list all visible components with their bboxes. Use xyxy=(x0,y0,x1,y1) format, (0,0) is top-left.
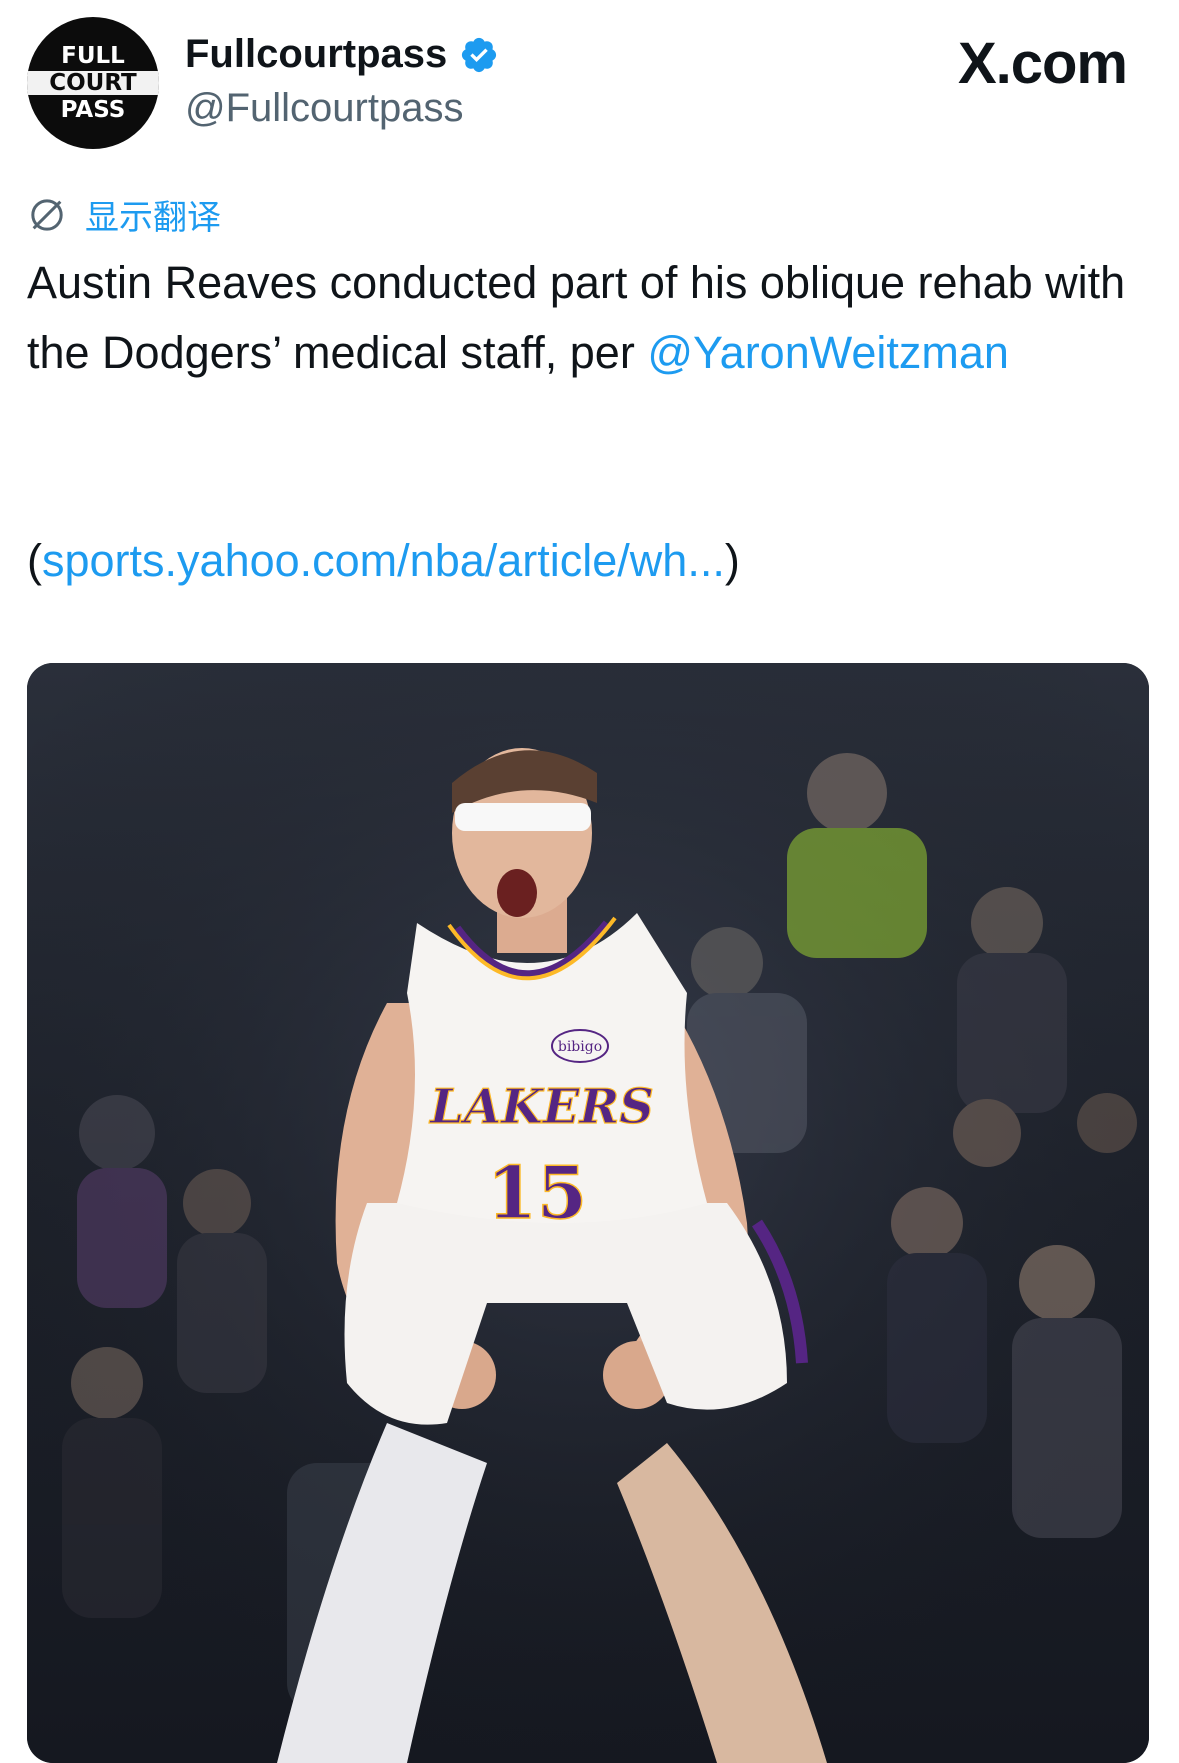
url-open-paren: ( xyxy=(27,535,42,586)
tweet-photo[interactable]: bibigo LAKERS 15 xyxy=(27,663,1149,1763)
jersey-team: LAKERS xyxy=(428,1079,654,1135)
translate-button[interactable]: 显示翻译 xyxy=(27,190,221,239)
avatar-logo-line-1: FULL xyxy=(61,43,125,69)
tweet-text: Austin Reaves conducted part of his obli… xyxy=(27,248,1127,388)
display-name[interactable]: Fullcourtpass xyxy=(185,32,447,77)
avatar-logo-line-3: PASS xyxy=(60,97,126,123)
article-link[interactable]: sports.yahoo.com/nba/article/wh... xyxy=(42,535,725,586)
verified-badge-icon xyxy=(462,37,497,72)
tweet-url-line: (sports.yahoo.com/nba/article/wh...) xyxy=(27,526,740,596)
jersey-sponsor: bibigo xyxy=(558,1039,602,1055)
avatar-logo-line-2: COURT xyxy=(49,70,137,96)
avatar[interactable]: FULL COURT PASS xyxy=(27,17,159,149)
translate-label: 显示翻译 xyxy=(85,199,221,237)
player-photo: bibigo LAKERS 15 xyxy=(27,663,1149,1763)
jersey-number: 15 xyxy=(487,1150,587,1235)
avatar-logo-band: COURT xyxy=(27,71,159,95)
mention-link[interactable]: @YaronWeitzman xyxy=(647,327,1009,378)
url-close-paren: ) xyxy=(724,535,740,586)
globe-icon xyxy=(31,198,63,231)
display-name-row[interactable]: Fullcourtpass xyxy=(185,32,499,77)
source-label: X.com xyxy=(957,31,1128,96)
user-handle[interactable]: @Fullcourtpass xyxy=(185,86,463,131)
